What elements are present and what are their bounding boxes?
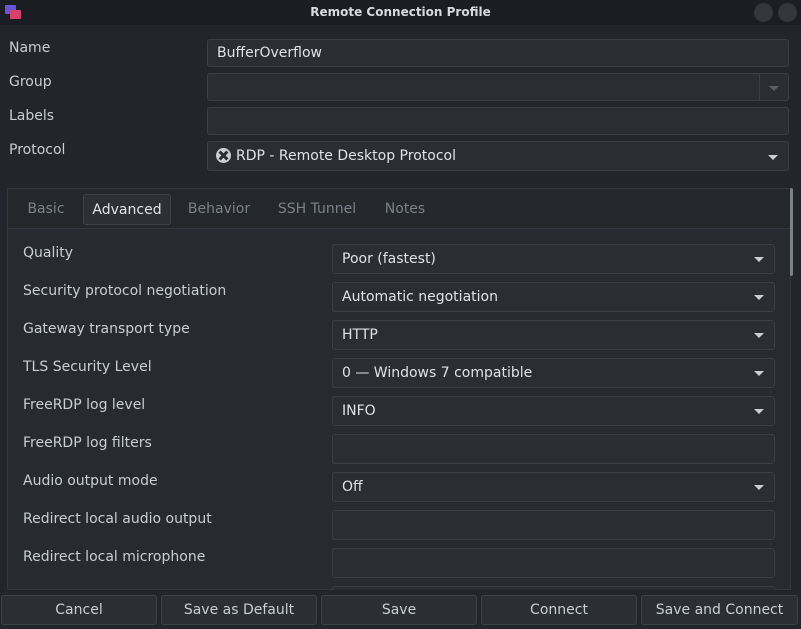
chevron-down-icon xyxy=(768,155,778,160)
tab-basic[interactable]: Basic xyxy=(22,194,70,225)
labels-label: Labels xyxy=(9,108,55,124)
chevron-down-icon[interactable] xyxy=(769,86,779,91)
labels-input[interactable] xyxy=(207,107,789,135)
loglevel-label: FreeRDP log level xyxy=(23,397,146,413)
chevron-down-icon xyxy=(754,257,764,262)
name-input[interactable]: BufferOverflow xyxy=(207,39,789,67)
audio-select[interactable]: Off xyxy=(332,472,775,502)
security-value: Automatic negotiation xyxy=(342,289,498,305)
title-bar: Remote Connection Profile xyxy=(0,0,801,25)
name-label: Name xyxy=(9,40,51,56)
quality-value: Poor (fastest) xyxy=(342,251,436,267)
next-field-partial xyxy=(332,586,775,590)
tls-select[interactable]: 0 — Windows 7 compatible xyxy=(332,358,775,388)
tls-label: TLS Security Level xyxy=(23,359,152,375)
security-select[interactable]: Automatic negotiation xyxy=(332,282,775,312)
chevron-down-icon xyxy=(754,485,764,490)
loglevel-value: INFO xyxy=(342,403,376,419)
tab-ssh-tunnel[interactable]: SSH Tunnel xyxy=(273,194,361,225)
rdp-protocol-icon xyxy=(216,148,231,163)
tab-bar: Basic Advanced Behavior SSH Tunnel Notes xyxy=(8,189,790,229)
redirect-audio-label: Redirect local audio output xyxy=(23,511,212,527)
security-label: Security protocol negotiation xyxy=(23,283,227,299)
loglevel-select[interactable]: INFO xyxy=(332,396,775,426)
save-button[interactable]: Save xyxy=(321,595,477,625)
protocol-label: Protocol xyxy=(9,142,66,158)
gateway-value: HTTP xyxy=(342,327,378,343)
logfilters-input[interactable] xyxy=(332,434,775,464)
redirect-audio-input[interactable] xyxy=(332,510,775,540)
tab-advanced[interactable]: Advanced xyxy=(83,194,171,225)
close-button[interactable] xyxy=(778,3,797,22)
gateway-select[interactable]: HTTP xyxy=(332,320,775,350)
redirect-mic-input[interactable] xyxy=(332,548,775,578)
chevron-down-icon xyxy=(754,333,764,338)
chevron-down-icon xyxy=(754,371,764,376)
cancel-button[interactable]: Cancel xyxy=(1,595,157,625)
save-and-connect-button[interactable]: Save and Connect xyxy=(641,595,798,625)
protocol-value: RDP - Remote Desktop Protocol xyxy=(236,148,456,164)
group-divider xyxy=(759,74,760,100)
save-as-default-button[interactable]: Save as Default xyxy=(161,595,317,625)
group-combo[interactable] xyxy=(207,73,789,101)
protocol-select[interactable]: RDP - Remote Desktop Protocol xyxy=(207,141,789,171)
quality-label: Quality xyxy=(23,245,74,261)
redirect-mic-label: Redirect local microphone xyxy=(23,549,206,565)
logfilters-label: FreeRDP log filters xyxy=(23,435,152,451)
tls-value: 0 — Windows 7 compatible xyxy=(342,365,533,381)
minimize-button[interactable] xyxy=(754,3,773,22)
chevron-down-icon xyxy=(754,295,764,300)
window-title: Remote Connection Profile xyxy=(310,5,491,19)
gateway-label: Gateway transport type xyxy=(23,321,190,337)
audio-value: Off xyxy=(342,479,363,495)
audio-label: Audio output mode xyxy=(23,473,158,489)
chevron-down-icon xyxy=(754,409,764,414)
group-label: Group xyxy=(9,74,52,90)
connect-button[interactable]: Connect xyxy=(481,595,637,625)
tab-notes[interactable]: Notes xyxy=(380,194,430,225)
vertical-scrollbar[interactable] xyxy=(790,188,793,276)
quality-select[interactable]: Poor (fastest) xyxy=(332,244,775,274)
tab-behavior[interactable]: Behavior xyxy=(184,194,254,225)
name-value: BufferOverflow xyxy=(217,45,322,61)
